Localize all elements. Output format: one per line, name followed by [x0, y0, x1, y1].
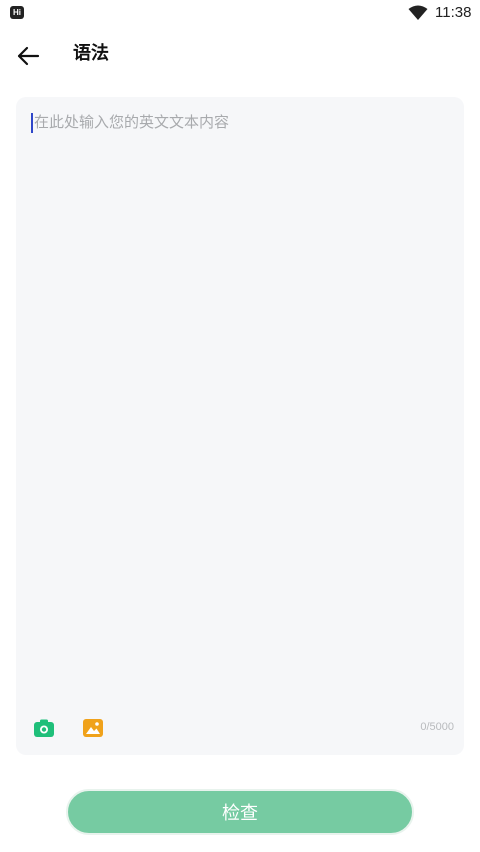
image-button[interactable] — [82, 718, 104, 738]
back-button[interactable] — [12, 40, 44, 72]
camera-button[interactable] — [33, 718, 55, 738]
character-count: 0/5000 — [420, 721, 454, 733]
notification-icon: Hi — [10, 6, 24, 19]
page-title: 语法 — [73, 43, 109, 64]
status-bar: Hi 11:38 — [0, 0, 480, 28]
text-input[interactable] — [30, 111, 450, 701]
status-time: 11:38 — [435, 4, 472, 21]
image-icon — [83, 719, 103, 737]
app-bar: 语法 — [0, 28, 480, 82]
text-editor-card: 0/5000 — [16, 97, 464, 755]
arrow-left-icon — [17, 46, 40, 66]
camera-icon — [34, 719, 54, 737]
wifi-icon — [408, 5, 428, 20]
check-button[interactable]: 检查 — [66, 789, 414, 835]
